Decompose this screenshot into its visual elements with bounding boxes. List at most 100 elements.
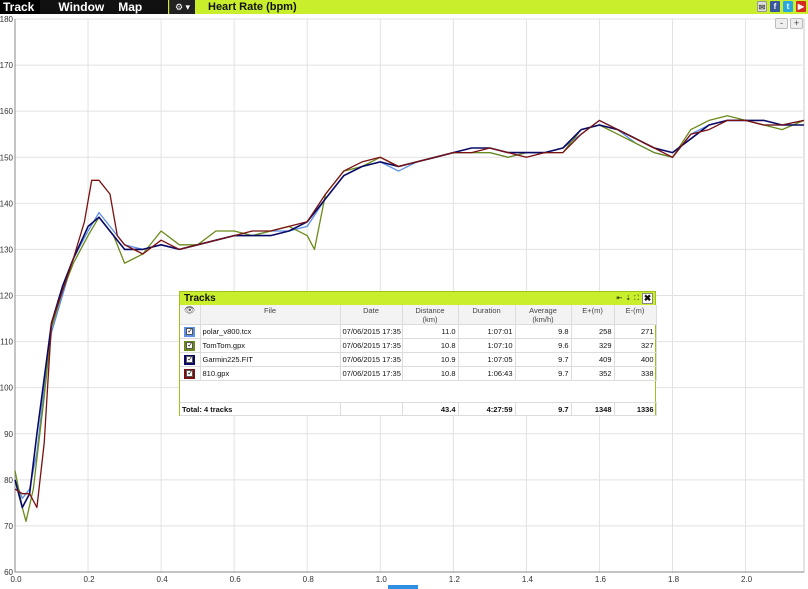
total-label: Total: 4 tracks — [180, 402, 341, 416]
track-visible-checkbox[interactable]: ✓ — [186, 327, 194, 335]
track-file: 810.gpx — [200, 366, 341, 381]
y-tick-label: 90 — [4, 430, 13, 439]
track-visible-checkbox[interactable]: ✓ — [186, 355, 194, 363]
track-duration: 1:07:01 — [458, 324, 516, 339]
maximize-icon[interactable]: ⛶ — [634, 294, 639, 304]
track-eminus: 400 — [614, 352, 657, 367]
average-unit: (km/h) — [532, 315, 554, 324]
track-visibility-cell[interactable]: ✓ — [180, 324, 201, 339]
y-tick-label: 160 — [0, 107, 14, 116]
track-color-swatch: ✓ — [184, 326, 196, 337]
empty-row — [180, 380, 656, 403]
column-eplus[interactable]: E+(m) — [571, 305, 615, 325]
column-visibility[interactable]: 👁 — [180, 305, 201, 325]
tracks-panel-controls: ⇤ ⇣ ⛶ ✖ — [616, 293, 653, 304]
y-tick-label: 170 — [0, 61, 14, 70]
distance-unit: (km) — [422, 315, 438, 324]
zoom-out-button[interactable]: - — [775, 18, 788, 29]
gear-dropdown-button[interactable]: ⚙ ▾ — [169, 0, 195, 14]
column-date[interactable]: Date — [340, 305, 403, 325]
track-distance: 10.8 — [402, 366, 459, 381]
x-tick-label: 0.4 — [157, 575, 169, 584]
dock-down-icon[interactable]: ⇣ — [625, 294, 631, 304]
menu-map[interactable]: Map — [114, 0, 142, 14]
x-axis-ticks: 0.0 0.2 0.4 0.6 0.8 1.0 1.2 1.4 1.6 1.8 2.0 — [10, 575, 752, 584]
track-distance: 10.8 — [402, 338, 459, 353]
average-label: Average — [529, 306, 557, 315]
x-tick-label: 0.2 — [83, 575, 95, 584]
zoom-controls: - + — [775, 18, 803, 29]
total-eplus: 1348 — [571, 402, 615, 416]
column-duration[interactable]: Duration — [458, 305, 516, 325]
table-row[interactable]: ✓ polar_v800.tcx 07/06/2015 17:35 11.0 1… — [180, 324, 657, 339]
column-file[interactable]: File — [200, 305, 341, 325]
track-eplus: 329 — [571, 338, 615, 353]
column-distance[interactable]: Distance (km) — [402, 305, 459, 325]
y-tick-label: 110 — [0, 338, 13, 347]
column-eminus[interactable]: E-(m) — [614, 305, 657, 325]
eye-icon: 👁 — [184, 305, 196, 315]
table-row[interactable]: ✓ 810.gpx 07/06/2015 17:35 10.8 1:06:43 … — [180, 366, 657, 381]
track-date: 07/06/2015 17:35 — [340, 352, 403, 367]
close-panel-button[interactable]: ✖ — [642, 293, 653, 304]
tracks-panel-title: Tracks — [184, 293, 216, 304]
track-eplus: 409 — [571, 352, 615, 367]
x-tick-label: 1.4 — [522, 575, 534, 584]
track-duration: 1:06:43 — [458, 366, 516, 381]
total-average: 9.7 — [515, 402, 572, 416]
track-eplus: 258 — [571, 324, 615, 339]
track-color-swatch: ✓ — [184, 368, 196, 379]
track-visibility-cell[interactable]: ✓ — [180, 352, 201, 367]
track-color-swatch: ✓ — [184, 354, 196, 365]
track-eminus: 271 — [614, 324, 657, 339]
track-duration: 1:07:05 — [458, 352, 516, 367]
x-tick-label: 1.8 — [668, 575, 680, 584]
y-tick-label: 80 — [4, 476, 13, 485]
youtube-icon[interactable]: ▶ — [796, 1, 806, 12]
facebook-icon[interactable]: f — [770, 1, 780, 12]
collapse-icon[interactable]: ⇤ — [616, 294, 622, 304]
total-duration: 4:27:59 — [458, 402, 516, 416]
track-distance: 11.0 — [402, 324, 459, 339]
share-icons: ✉ f t ▶ — [757, 1, 806, 13]
table-row[interactable]: ✓ TomTom.gpx 07/06/2015 17:35 10.8 1:07:… — [180, 338, 657, 353]
track-visible-checkbox[interactable]: ✓ — [186, 369, 194, 377]
track-duration: 1:07:10 — [458, 338, 516, 353]
zoom-in-button[interactable]: + — [790, 18, 803, 29]
table-header-row: 👁 File Date Distance (km) Duration Averag… — [180, 305, 657, 325]
chart-title: Heart Rate (bpm) — [208, 1, 297, 13]
email-icon[interactable]: ✉ — [757, 1, 767, 12]
track-visibility-cell[interactable]: ✓ — [180, 366, 201, 381]
menu-track[interactable]: Track — [0, 0, 41, 14]
y-tick-label: 150 — [0, 153, 14, 162]
menu-bar: Track Window Map — [0, 0, 168, 14]
track-distance: 10.9 — [402, 352, 459, 367]
y-tick-label: 120 — [0, 292, 14, 301]
track-eminus: 338 — [614, 366, 657, 381]
table-row[interactable]: ✓ Garmin225.FIT 07/06/2015 17:35 10.9 1:… — [180, 352, 657, 367]
x-tick-label: 0.8 — [303, 575, 315, 584]
horizontal-scroll-thumb[interactable] — [388, 585, 418, 589]
y-axis-ticks: 60708090100110120130140150160170180 — [0, 15, 14, 577]
y-tick-label: 70 — [4, 522, 13, 531]
track-average: 9.7 — [515, 352, 572, 367]
x-tick-label: 1.0 — [376, 575, 388, 584]
tracks-panel-header[interactable]: Tracks ⇤ ⇣ ⛶ ✖ — [180, 292, 655, 305]
column-average[interactable]: Average (km/h) — [515, 305, 572, 325]
y-tick-label: 140 — [0, 199, 14, 208]
track-visible-checkbox[interactable]: ✓ — [186, 341, 194, 349]
app-window: Track Window Map ⚙ ▾ Heart Rate (bpm) ✉ … — [0, 0, 808, 589]
distance-label: Distance — [415, 306, 445, 315]
gear-icon: ⚙ ▾ — [174, 2, 191, 12]
menu-window[interactable]: Window — [54, 0, 104, 14]
track-file: Garmin225.FIT — [200, 352, 341, 367]
track-file: polar_v800.tcx — [200, 324, 341, 339]
total-eminus: 1336 — [614, 402, 657, 416]
tracks-panel: Tracks ⇤ ⇣ ⛶ ✖ 👁 File Date Distance (km) … — [179, 291, 657, 416]
total-row: Total: 4 tracks 43.4 4:27:59 9.7 1348 13… — [180, 402, 657, 416]
x-tick-label: 1.6 — [595, 575, 607, 584]
twitter-icon[interactable]: t — [783, 1, 793, 12]
track-visibility-cell[interactable]: ✓ — [180, 338, 201, 353]
y-tick-label: 130 — [0, 245, 14, 254]
x-tick-label: 2.0 — [741, 575, 753, 584]
